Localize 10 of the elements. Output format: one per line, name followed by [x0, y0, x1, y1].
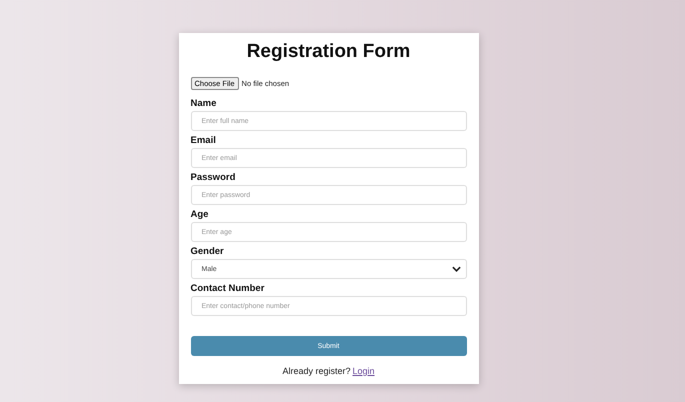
form-title: Registration Form	[246, 41, 412, 63]
field-label: Name	[190, 98, 218, 109]
chevron-down-icon	[452, 266, 460, 272]
field-label: Password	[190, 172, 236, 183]
field-label: Age	[190, 209, 210, 220]
field-label: Email	[190, 135, 217, 146]
field-label: Gender	[190, 246, 225, 257]
field-label: Contact Number	[190, 283, 266, 294]
login-link[interactable]: Login	[352, 366, 375, 376]
footer-text: Already register?	[282, 366, 350, 376]
